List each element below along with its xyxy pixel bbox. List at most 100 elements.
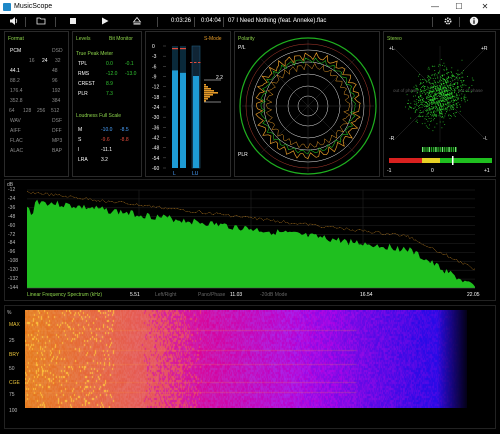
stereo-dot: [418, 108, 420, 109]
stereo-dot: [434, 75, 436, 77]
minimize-button[interactable]: —: [424, 0, 446, 14]
stereo-dot: [425, 93, 427, 94]
stereo-dot: [444, 98, 446, 99]
stereo-dot: [443, 117, 445, 119]
stereo-dot: [446, 98, 447, 100]
stereo-dot: [440, 105, 442, 107]
stereo-dot: [421, 87, 422, 88]
stereo-dot: [451, 92, 453, 94]
stereo-dot: [427, 103, 428, 105]
stereo-dot: [445, 80, 446, 81]
stereo-dot: [439, 96, 440, 97]
stereo-dot: [460, 106, 461, 108]
stereo-dot: [458, 94, 460, 96]
stereo-dot: [450, 107, 452, 108]
stereo-dot: [432, 108, 434, 109]
polarity-panel: Polarity P/L PLR: [234, 31, 380, 177]
level-label-rms: RMS: [78, 71, 90, 77]
stereo-dot: [451, 96, 452, 98]
stereo-dot: [421, 103, 422, 105]
meter-hist-bar: [204, 88, 211, 90]
track-title: 07 I Need Nothing (feat. Anneke).flac: [228, 18, 327, 24]
stereo-dot: [434, 94, 436, 96]
stereo-dot: [456, 103, 458, 105]
stereo-dot: [430, 99, 431, 101]
stereo-dot: [441, 110, 443, 112]
stereo-dot: [453, 83, 454, 85]
stereo-dot: [443, 107, 444, 109]
stereo-dot: [434, 126, 436, 128]
stereo-dot: [435, 94, 437, 96]
stereo-dot: [444, 95, 445, 97]
stereo-dot: [447, 102, 449, 104]
stereo-dot: [422, 79, 423, 80]
open-folder-icon[interactable]: [35, 16, 47, 28]
stereo-dot: [420, 116, 422, 117]
stereo-bar: [422, 147, 424, 152]
stereo-dot: [460, 85, 462, 87]
stereo-dot: [440, 85, 441, 87]
stereo-dot: [428, 76, 429, 77]
time-total: 0:04:04: [201, 18, 222, 24]
stereo-dot: [463, 80, 465, 81]
stereo-dot: [418, 89, 419, 91]
info-icon[interactable]: [468, 16, 480, 28]
stereo-dot: [446, 89, 448, 91]
stereo-dot: [435, 116, 437, 118]
loud-value2-m: -8.5: [120, 127, 129, 133]
close-button[interactable]: ✕: [474, 0, 496, 14]
stereo-dot: [457, 106, 458, 108]
title-bar: MusicScope — ☐ ✕: [0, 0, 500, 14]
meter-scale-label: -3: [152, 54, 157, 60]
stereo-dot: [444, 91, 445, 93]
stereo-bar: [441, 147, 444, 152]
bit-monitor-label[interactable]: Bit Monitor: [109, 36, 133, 42]
stereo-dot: [432, 66, 434, 67]
stereo-dot: [439, 111, 440, 113]
play-icon[interactable]: [99, 16, 111, 28]
stereo-dot: [420, 89, 421, 91]
stereo-dot: [419, 112, 421, 113]
stereo-dot: [438, 104, 439, 106]
stereo-dot: [409, 106, 411, 108]
stereo-dot: [449, 92, 451, 94]
stereo-dot: [454, 79, 456, 81]
stereo-dot: [471, 85, 473, 86]
meter-hist-bar: [204, 100, 206, 102]
spectrogram-y-label: BRY: [9, 352, 20, 358]
stereo-dot: [447, 102, 448, 103]
stereo-dot: [449, 88, 451, 90]
stereo-dot: [429, 108, 430, 110]
stereo-dot: [414, 112, 416, 113]
eject-icon[interactable]: [131, 16, 143, 28]
stereo-dot: [428, 76, 430, 78]
stereo-dot: [444, 91, 446, 93]
stereo-dot: [441, 87, 443, 89]
stereo-dot: [443, 103, 445, 105]
stereo-dot: [462, 84, 464, 85]
stereo-dot: [438, 108, 440, 110]
stereo-bar: [437, 147, 439, 152]
stereo-dot: [445, 109, 447, 111]
stereo-dot: [447, 89, 449, 91]
volume-icon[interactable]: [8, 16, 20, 28]
stereo-dot: [427, 75, 429, 76]
stereo-bar: [439, 147, 441, 152]
stereo-dot: [426, 80, 428, 82]
stereo-dot: [427, 88, 429, 90]
stop-icon[interactable]: [67, 16, 79, 28]
stereo-dot: [432, 100, 434, 101]
maximize-button[interactable]: ☐: [448, 0, 470, 14]
loud-label-m: M: [78, 127, 83, 133]
stereo-dot: [445, 97, 446, 98]
spectrum-y-label: -60: [8, 222, 16, 229]
stereo-dot: [449, 85, 450, 86]
stereo-dot: [439, 105, 441, 107]
meter-scale-label: -42: [152, 136, 159, 142]
meter-peak-label: 2.2: [216, 75, 223, 81]
stereo-dot: [434, 86, 436, 87]
stereo-dot: [434, 92, 436, 94]
stereo-dot: [432, 107, 434, 109]
meter-peak-l: [172, 48, 178, 50]
settings-gear-icon[interactable]: [442, 16, 454, 28]
